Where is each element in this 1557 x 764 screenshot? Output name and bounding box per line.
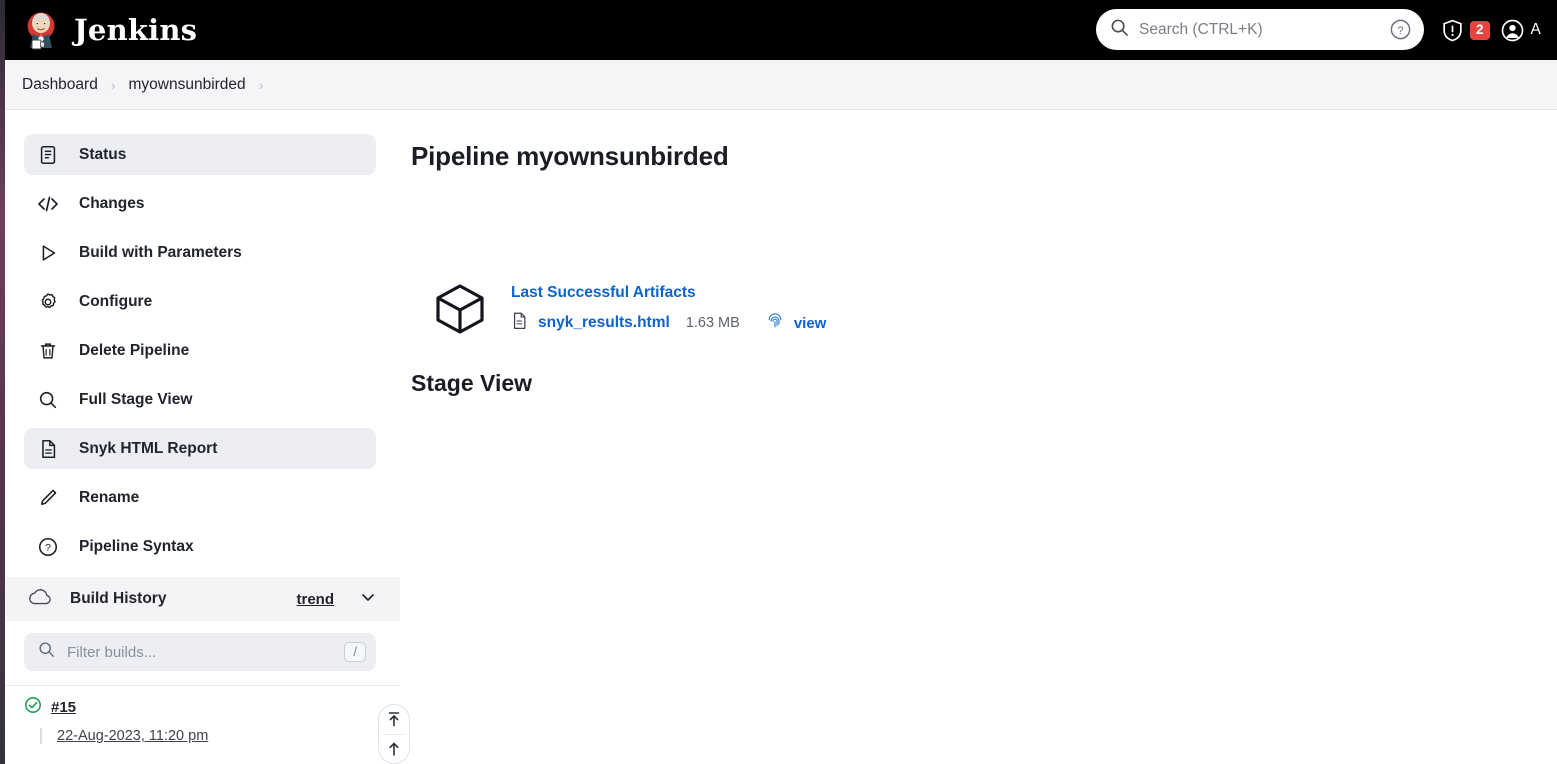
stage-view-heading: Stage View: [411, 370, 533, 396]
header-icon-group: 2 A: [1440, 0, 1541, 60]
build-date-link[interactable]: 22-Aug-2023, 11:20 pm: [40, 728, 376, 744]
search-input[interactable]: [1129, 20, 1389, 39]
sidebar-item-label: Delete Pipeline: [79, 341, 190, 359]
search-bar[interactable]: ?: [1096, 9, 1424, 50]
sidebar-item-label: Configure: [79, 292, 153, 310]
build-history-title: Build History: [70, 590, 167, 607]
sidebar-item-label: Build with Parameters: [79, 243, 242, 261]
app-header: Jenkins ? 2: [0, 0, 1557, 60]
sidebar-item-full-stage-view[interactable]: Full Stage View: [24, 379, 376, 420]
last-successful-artifacts: Last Successful Artifacts snyk_results.h…: [431, 280, 1531, 338]
shield-warning-icon: [1443, 19, 1462, 41]
sidebar-item-label: Changes: [79, 194, 145, 212]
trash-icon: [36, 339, 60, 363]
breadcrumb-separator-icon-2[interactable]: ›: [259, 77, 264, 93]
play-triangle-icon: [36, 241, 60, 265]
scroll-to-top-button[interactable]: [379, 705, 409, 734]
help-icon[interactable]: ?: [1389, 18, 1412, 41]
breadcrumb-item-job[interactable]: myownsunbirded: [129, 76, 246, 94]
scroll-controls: [378, 704, 410, 764]
page-title: Pipeline myownsunbirded: [411, 141, 729, 171]
jenkins-logo-icon: [22, 10, 60, 50]
file-icon: [511, 312, 528, 335]
pencil-icon: [36, 486, 60, 510]
scroll-up-button[interactable]: [379, 734, 409, 763]
user-menu-button[interactable]: A: [1500, 18, 1541, 43]
sidebar: Status Changes Build with Parameters Con…: [0, 111, 400, 764]
sidebar-item-label: Pipeline Syntax: [79, 537, 194, 555]
sidebar-item-changes[interactable]: Changes: [24, 183, 376, 224]
build-success-icon: [24, 696, 42, 719]
brand-link[interactable]: Jenkins: [22, 10, 197, 50]
sidebar-item-delete-pipeline[interactable]: Delete Pipeline: [24, 330, 376, 371]
question-circle-icon: ?: [36, 535, 60, 559]
svg-text:?: ?: [45, 542, 51, 554]
build-history-trend-link[interactable]: trend: [297, 591, 335, 608]
sidebar-item-configure[interactable]: Configure: [24, 281, 376, 322]
artifact-view-link[interactable]: view: [794, 315, 827, 332]
sidebar-item-label: Status: [79, 145, 127, 163]
document-lines-icon: [36, 143, 60, 167]
fingerprint-icon[interactable]: [766, 312, 784, 335]
build-number-link[interactable]: #15: [51, 699, 76, 716]
sidebar-item-build-with-parameters[interactable]: Build with Parameters: [24, 232, 376, 273]
gear-icon: [36, 290, 60, 314]
chevron-down-icon[interactable]: [360, 589, 376, 610]
left-edge-accent: [0, 0, 5, 764]
file-icon: [36, 437, 60, 461]
main-content: Pipeline myownsunbirded Last Successful …: [400, 111, 1557, 764]
search-icon: [36, 388, 60, 412]
user-avatar-icon: [1501, 19, 1523, 41]
breadcrumb-separator-icon: ›: [110, 76, 116, 93]
user-name-label: A: [1530, 21, 1541, 38]
search-icon: [1110, 18, 1129, 42]
build-history-list: #15 22-Aug-2023, 11:20 pm: [0, 685, 400, 756]
build-history-item[interactable]: #15 22-Aug-2023, 11:20 pm: [0, 686, 400, 756]
security-badge-count: 2: [1470, 20, 1490, 40]
svg-text:?: ?: [1397, 25, 1403, 37]
filter-builds-box[interactable]: /: [24, 633, 376, 671]
code-brackets-icon: [36, 192, 60, 216]
artifact-file-size: 1.63 MB: [685, 315, 740, 331]
sidebar-item-status[interactable]: Status: [24, 134, 376, 175]
sidebar-item-snyk-html-report[interactable]: Snyk HTML Report: [24, 428, 376, 469]
breadcrumb: Dashboard › myownsunbirded ›: [0, 60, 1557, 110]
filter-builds-row: /: [0, 621, 400, 671]
build-history-header: Build History trend: [0, 577, 400, 621]
sidebar-item-label: Rename: [79, 488, 140, 506]
breadcrumb-item-dashboard[interactable]: Dashboard: [22, 76, 98, 94]
cube-icon: [431, 280, 489, 338]
artifacts-heading-link[interactable]: Last Successful Artifacts: [511, 284, 826, 302]
sidebar-item-label: Snyk HTML Report: [79, 439, 218, 457]
security-warnings-button[interactable]: 2: [1440, 18, 1490, 43]
search-icon: [38, 641, 55, 663]
sidebar-item-rename[interactable]: Rename: [24, 477, 376, 518]
artifact-file-link[interactable]: snyk_results.html: [538, 314, 670, 332]
sidebar-item-pipeline-syntax[interactable]: ? Pipeline Syntax: [24, 526, 376, 567]
brand-title: Jenkins: [74, 13, 198, 47]
filter-builds-input[interactable]: [67, 643, 333, 661]
cloud-icon: [26, 586, 54, 613]
sidebar-item-label: Full Stage View: [79, 390, 193, 408]
sidebar-nav: Status Changes Build with Parameters Con…: [0, 111, 400, 567]
filter-shortcut-key: /: [344, 642, 366, 662]
